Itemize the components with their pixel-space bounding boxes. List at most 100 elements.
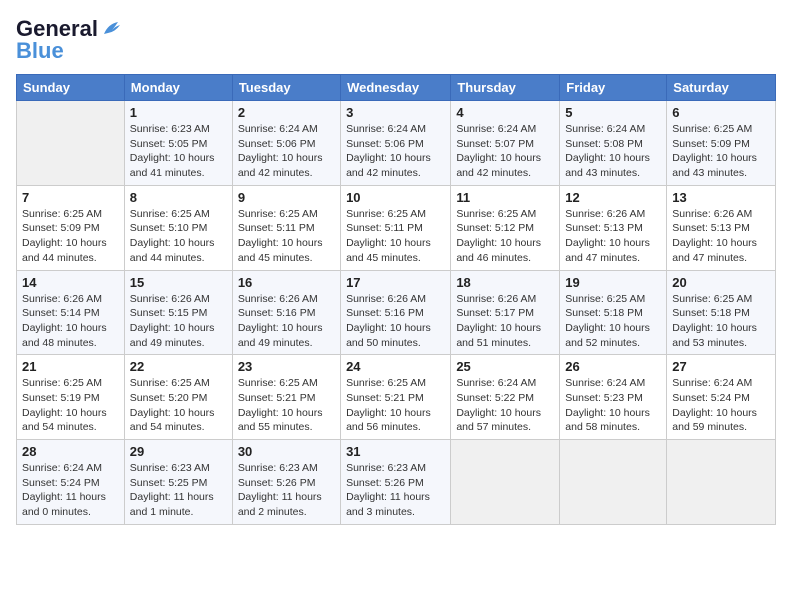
day-info: Sunrise: 6:24 AM Sunset: 5:06 PM Dayligh… (346, 122, 445, 181)
day-info: Sunrise: 6:25 AM Sunset: 5:18 PM Dayligh… (672, 292, 770, 351)
calendar-cell: 5Sunrise: 6:24 AM Sunset: 5:08 PM Daylig… (560, 101, 667, 186)
calendar-cell: 21Sunrise: 6:25 AM Sunset: 5:19 PM Dayli… (17, 355, 125, 440)
calendar-cell: 13 Sunrise: 6:26 AM Sunset: 5:13 PM Dayli… (667, 185, 776, 270)
calendar-cell: 11 Sunrise: 6:25 AM Sunset: 5:12 PM Dayli… (451, 185, 560, 270)
calendar-header-monday: Monday (124, 75, 232, 101)
calendar-cell: 8 Sunrise: 6:25 AM Sunset: 5:10 PM Daylig… (124, 185, 232, 270)
calendar-cell: 12Sunrise: 6:26 AM Sunset: 5:13 PM Dayli… (560, 185, 667, 270)
calendar-header-wednesday: Wednesday (341, 75, 451, 101)
calendar-cell: 6Sunrise: 6:25 AM Sunset: 5:09 PM Daylig… (667, 101, 776, 186)
calendar-body: 1 Sunrise: 6:23 AM Sunset: 5:05 PM Daylig… (17, 101, 776, 525)
day-number: 10 (346, 190, 445, 205)
calendar-cell: 14 Sunrise: 6:26 AM Sunset: 5:14 PM Dayli… (17, 270, 125, 355)
day-number: 18 (456, 275, 554, 290)
calendar-header-tuesday: Tuesday (232, 75, 340, 101)
day-number: 11 (456, 190, 554, 205)
day-info: Sunrise: 6:26 AM Sunset: 5:14 PM Dayligh… (22, 292, 119, 351)
calendar-cell: 19 Sunrise: 6:25 AM Sunset: 5:18 PM Dayli… (560, 270, 667, 355)
day-number: 3 (346, 105, 445, 120)
day-number: 28 (22, 444, 119, 459)
day-number: 26 (565, 359, 661, 374)
calendar-cell: 30 Sunrise: 6:23 AM Sunset: 5:26 PM Dayli… (232, 440, 340, 525)
calendar-header-thursday: Thursday (451, 75, 560, 101)
day-info: Sunrise: 6:26 AM Sunset: 5:13 PM Dayligh… (565, 207, 661, 266)
day-number: 19 (565, 275, 661, 290)
day-info: Sunrise: 6:23 AM Sunset: 5:05 PM Dayligh… (130, 122, 227, 181)
day-info: Sunrise: 6:24 AM Sunset: 5:07 PM Dayligh… (456, 122, 554, 181)
calendar-cell: 10Sunrise: 6:25 AM Sunset: 5:11 PM Dayli… (341, 185, 451, 270)
logo: General Blue (16, 16, 122, 64)
calendar-cell: 25 Sunrise: 6:24 AM Sunset: 5:22 PM Dayli… (451, 355, 560, 440)
calendar-cell: 20 Sunrise: 6:25 AM Sunset: 5:18 PM Dayli… (667, 270, 776, 355)
day-info: Sunrise: 6:24 AM Sunset: 5:06 PM Dayligh… (238, 122, 335, 181)
calendar-week-4: 21Sunrise: 6:25 AM Sunset: 5:19 PM Dayli… (17, 355, 776, 440)
day-info: Sunrise: 6:23 AM Sunset: 5:26 PM Dayligh… (238, 461, 335, 520)
day-number: 2 (238, 105, 335, 120)
day-number: 15 (130, 275, 227, 290)
day-number: 13 (672, 190, 770, 205)
calendar-cell (17, 101, 125, 186)
calendar-cell: 26 Sunrise: 6:24 AM Sunset: 5:23 PM Dayli… (560, 355, 667, 440)
day-number: 9 (238, 190, 335, 205)
day-number: 5 (565, 105, 661, 120)
day-info: Sunrise: 6:24 AM Sunset: 5:24 PM Dayligh… (22, 461, 119, 520)
day-info: Sunrise: 6:25 AM Sunset: 5:10 PM Dayligh… (130, 207, 227, 266)
day-number: 31 (346, 444, 445, 459)
day-number: 25 (456, 359, 554, 374)
day-number: 30 (238, 444, 335, 459)
day-number: 29 (130, 444, 227, 459)
calendar-cell: 29 Sunrise: 6:23 AM Sunset: 5:25 PM Dayli… (124, 440, 232, 525)
day-number: 23 (238, 359, 335, 374)
day-info: Sunrise: 6:25 AM Sunset: 5:12 PM Dayligh… (456, 207, 554, 266)
day-info: Sunrise: 6:24 AM Sunset: 5:22 PM Dayligh… (456, 376, 554, 435)
day-info: Sunrise: 6:25 AM Sunset: 5:18 PM Dayligh… (565, 292, 661, 351)
day-number: 17 (346, 275, 445, 290)
calendar-cell: 31 Sunrise: 6:23 AM Sunset: 5:26 PM Dayli… (341, 440, 451, 525)
logo-bird-icon (100, 20, 122, 38)
day-number: 6 (672, 105, 770, 120)
day-info: Sunrise: 6:24 AM Sunset: 5:24 PM Dayligh… (672, 376, 770, 435)
calendar-header-friday: Friday (560, 75, 667, 101)
day-info: Sunrise: 6:23 AM Sunset: 5:26 PM Dayligh… (346, 461, 445, 520)
day-info: Sunrise: 6:26 AM Sunset: 5:15 PM Dayligh… (130, 292, 227, 351)
day-info: Sunrise: 6:25 AM Sunset: 5:09 PM Dayligh… (22, 207, 119, 266)
day-number: 14 (22, 275, 119, 290)
day-number: 8 (130, 190, 227, 205)
calendar-cell: 23 Sunrise: 6:25 AM Sunset: 5:21 PM Dayli… (232, 355, 340, 440)
logo-text-blue: Blue (16, 38, 64, 64)
calendar-week-3: 14 Sunrise: 6:26 AM Sunset: 5:14 PM Dayli… (17, 270, 776, 355)
day-info: Sunrise: 6:26 AM Sunset: 5:16 PM Dayligh… (346, 292, 445, 351)
day-number: 16 (238, 275, 335, 290)
calendar-cell (560, 440, 667, 525)
calendar-cell: 3 Sunrise: 6:24 AM Sunset: 5:06 PM Daylig… (341, 101, 451, 186)
page-header: General Blue (16, 16, 776, 64)
day-info: Sunrise: 6:25 AM Sunset: 5:21 PM Dayligh… (238, 376, 335, 435)
day-info: Sunrise: 6:26 AM Sunset: 5:13 PM Dayligh… (672, 207, 770, 266)
day-number: 1 (130, 105, 227, 120)
calendar-cell: 7 Sunrise: 6:25 AM Sunset: 5:09 PM Daylig… (17, 185, 125, 270)
calendar-cell: 9Sunrise: 6:25 AM Sunset: 5:11 PM Daylig… (232, 185, 340, 270)
day-number: 21 (22, 359, 119, 374)
calendar-week-2: 7 Sunrise: 6:25 AM Sunset: 5:09 PM Daylig… (17, 185, 776, 270)
calendar-header-saturday: Saturday (667, 75, 776, 101)
day-number: 24 (346, 359, 445, 374)
calendar-cell: 16Sunrise: 6:26 AM Sunset: 5:16 PM Dayli… (232, 270, 340, 355)
calendar-cell: 28 Sunrise: 6:24 AM Sunset: 5:24 PM Dayli… (17, 440, 125, 525)
calendar-cell (451, 440, 560, 525)
day-number: 22 (130, 359, 227, 374)
calendar-header-sunday: Sunday (17, 75, 125, 101)
day-number: 27 (672, 359, 770, 374)
calendar-cell: 17 Sunrise: 6:26 AM Sunset: 5:16 PM Dayli… (341, 270, 451, 355)
calendar-cell: 18Sunrise: 6:26 AM Sunset: 5:17 PM Dayli… (451, 270, 560, 355)
calendar-table: SundayMondayTuesdayWednesdayThursdayFrid… (16, 74, 776, 525)
day-info: Sunrise: 6:23 AM Sunset: 5:25 PM Dayligh… (130, 461, 227, 520)
day-number: 7 (22, 190, 119, 205)
day-number: 20 (672, 275, 770, 290)
calendar-header: SundayMondayTuesdayWednesdayThursdayFrid… (17, 75, 776, 101)
calendar-cell (667, 440, 776, 525)
day-info: Sunrise: 6:25 AM Sunset: 5:20 PM Dayligh… (130, 376, 227, 435)
calendar-week-1: 1 Sunrise: 6:23 AM Sunset: 5:05 PM Daylig… (17, 101, 776, 186)
calendar-cell: 4Sunrise: 6:24 AM Sunset: 5:07 PM Daylig… (451, 101, 560, 186)
day-info: Sunrise: 6:24 AM Sunset: 5:23 PM Dayligh… (565, 376, 661, 435)
calendar-week-5: 28 Sunrise: 6:24 AM Sunset: 5:24 PM Dayli… (17, 440, 776, 525)
